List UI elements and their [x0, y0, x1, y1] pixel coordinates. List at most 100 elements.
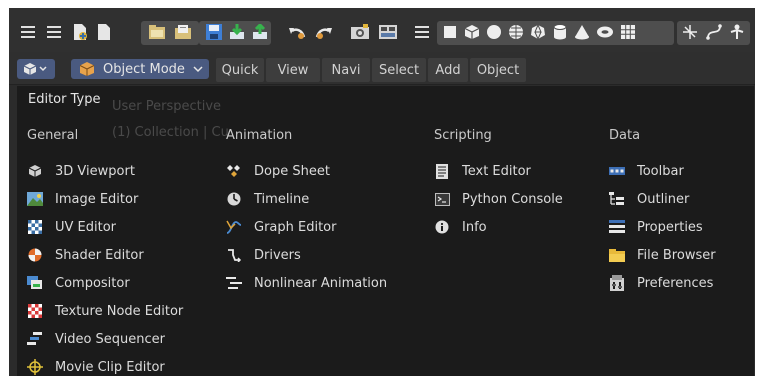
menu-item-label: Image Editor [55, 191, 139, 207]
drivers-icon [226, 247, 242, 263]
menu-item-graph-editor[interactable]: Graph Editor [226, 215, 336, 239]
empty-axes-icon[interactable] [679, 20, 701, 44]
sequencer-icon [27, 331, 43, 347]
uv-sphere-icon[interactable] [506, 20, 526, 44]
menu-item-label: Video Sequencer [55, 331, 166, 347]
folder-icon [609, 247, 625, 263]
menu-item-label: Compositor [55, 275, 130, 291]
ico-sphere-icon[interactable] [528, 20, 548, 44]
shading-menu-icon[interactable] [411, 20, 433, 44]
texture-checker-icon [27, 303, 43, 319]
toolbar-divider [641, 20, 643, 44]
open-folder-icon[interactable] [145, 20, 169, 44]
menu-item-image-editor[interactable]: Image Editor [27, 187, 138, 211]
ghost-perspective-label: User Perspective [112, 99, 222, 114]
toolbar-icon [609, 163, 625, 179]
console-icon [434, 191, 450, 207]
menu-navi[interactable]: Navi [322, 58, 370, 82]
menu-item-3d-viewport[interactable]: 3D Viewport [27, 159, 135, 183]
menu-item-label: Python Console [462, 191, 563, 207]
ghost-collection-label: (1) Collection | Cu [112, 125, 229, 140]
new-file-icon[interactable] [69, 20, 91, 44]
uv-checker-icon [27, 219, 43, 235]
menu-add-label: Add [435, 62, 461, 78]
menu-item-compositor[interactable]: Compositor [27, 271, 130, 295]
menu-item-outliner[interactable]: Outliner [609, 187, 689, 211]
circle-mesh-icon[interactable] [484, 20, 504, 44]
column-heading-general: General [27, 128, 79, 143]
graph-icon [226, 219, 242, 235]
menu-item-video-sequencer[interactable]: Video Sequencer [27, 327, 165, 351]
cube-icon [27, 163, 43, 179]
menu-view[interactable]: View [266, 58, 320, 82]
menu-item-movie-clip-editor[interactable]: Movie Clip Editor [27, 355, 165, 376]
properties-icon [609, 219, 625, 235]
menu-quick[interactable]: Quick [216, 58, 264, 82]
save-icon[interactable] [203, 20, 225, 44]
column-heading-data: Data [609, 128, 641, 143]
menu-item-label: File Browser [637, 247, 716, 263]
editor-type-menu: Editor Type User Perspective (1) Collect… [17, 86, 754, 376]
menu-item-label: Info [462, 219, 487, 235]
menu-item-toolbar[interactable]: Toolbar [609, 159, 684, 183]
menu-item-label: Graph Editor [254, 219, 337, 235]
column-heading-animation: Animation [226, 128, 293, 143]
menu-item-text-editor[interactable]: Text Editor [434, 159, 531, 183]
menu-item-preferences[interactable]: Preferences [609, 271, 713, 295]
menu-item-file-browser[interactable]: File Browser [609, 243, 716, 267]
object-mode-label: Object Mode [103, 61, 185, 77]
armature-icon[interactable] [726, 20, 748, 44]
menu-item-label: Shader Editor [55, 247, 144, 263]
menu-item-info[interactable]: Info [434, 215, 487, 239]
menu-item-dope-sheet[interactable]: Dope Sheet [226, 159, 330, 183]
menu-quick-label: Quick [221, 62, 259, 78]
menu-object[interactable]: Object [470, 58, 526, 82]
column-heading-scripting: Scripting [434, 128, 492, 143]
menu-navi-label: Navi [331, 62, 361, 78]
timeline-icon [226, 191, 242, 207]
open-recent-icon[interactable] [171, 20, 195, 44]
cube-mesh-icon[interactable] [462, 20, 482, 44]
menu-item-label: Timeline [254, 191, 310, 207]
viewport-header: Object Mode Quick View Navi Select Add O… [9, 52, 755, 85]
import-icon[interactable] [226, 20, 248, 44]
menu-item-label: Properties [637, 219, 703, 235]
menu-item-uv-editor[interactable]: UV Editor [27, 215, 116, 239]
object-mode-dropdown[interactable]: Object Mode [71, 59, 209, 79]
nla-icon [226, 275, 242, 291]
undo-icon[interactable] [285, 20, 309, 44]
cylinder-icon[interactable] [550, 20, 570, 44]
text-document-icon [434, 163, 450, 179]
menu-item-texture-node-editor[interactable]: Texture Node Editor [27, 299, 183, 323]
editor-type-button[interactable] [17, 59, 55, 79]
redo-icon[interactable] [312, 20, 336, 44]
outliner-icon [609, 191, 625, 207]
menu-select[interactable]: Select [372, 58, 426, 82]
menu-item-shader-editor[interactable]: Shader Editor [27, 243, 144, 267]
menu-item-nonlinear-animation[interactable]: Nonlinear Animation [226, 271, 387, 295]
cone-icon[interactable] [572, 20, 592, 44]
menu-select-label: Select [378, 62, 420, 78]
render-animation-icon[interactable] [375, 20, 401, 44]
menu-item-properties[interactable]: Properties [609, 215, 703, 239]
menu-item-timeline[interactable]: Timeline [226, 187, 309, 211]
torus-icon[interactable] [594, 20, 616, 44]
file-menu-icon[interactable] [43, 20, 65, 44]
document-icon[interactable] [93, 20, 115, 44]
menu-item-label: Nonlinear Animation [254, 275, 388, 291]
menu-item-drivers[interactable]: Drivers [226, 243, 301, 267]
menu-item-label: Dope Sheet [254, 163, 330, 179]
curve-icon[interactable] [703, 20, 725, 44]
menu-hamburger-icon[interactable] [17, 20, 39, 44]
grid-mesh-icon[interactable] [618, 20, 638, 44]
render-image-icon[interactable] [347, 20, 373, 44]
chevron-down-icon [193, 66, 203, 73]
menu-object-label: Object [476, 62, 520, 78]
object-mode-cube-icon [79, 62, 95, 76]
menu-item-python-console[interactable]: Python Console [434, 187, 563, 211]
plane-icon[interactable] [440, 20, 460, 44]
menu-item-label: UV Editor [55, 219, 117, 235]
menu-add[interactable]: Add [428, 58, 468, 82]
export-icon[interactable] [249, 20, 271, 44]
movie-clip-icon [27, 359, 43, 375]
